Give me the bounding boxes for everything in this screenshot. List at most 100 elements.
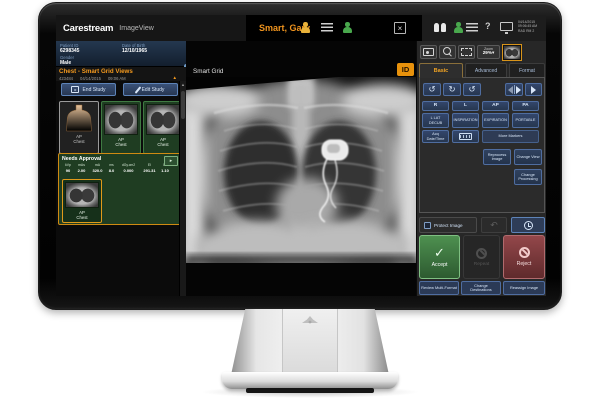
patient-id-value: 6298345 xyxy=(60,48,182,54)
edit-study-button[interactable]: Edit Study xyxy=(123,83,178,96)
export-button[interactable]: ▸ xyxy=(164,156,178,166)
id-badge[interactable]: ID xyxy=(397,63,414,76)
change-destinations-button[interactable]: Change Destinations xyxy=(461,281,501,295)
gloves-icon[interactable] xyxy=(434,23,446,32)
thumbnail-ap-chest-2[interactable]: APChest xyxy=(143,101,183,154)
technique-headers: kVpmAsmAmsdGy.cm2EIDI xyxy=(62,163,179,167)
zoom-level-dropdown[interactable]: Zoom 29%▾ xyxy=(477,45,500,59)
close-study-button[interactable]: × xyxy=(394,22,406,34)
exposure-history-button[interactable] xyxy=(511,217,545,233)
tab-advanced[interactable]: Advanced xyxy=(465,63,507,78)
tab-basic[interactable]: Basic xyxy=(419,63,463,78)
study-title: Chest - Smart Grid Views xyxy=(59,68,183,75)
station-info: 04/14/2015 09:06:45 AM RAD RM 2 xyxy=(518,20,546,33)
reject-button[interactable]: Reject xyxy=(503,235,545,279)
green-figure-icon xyxy=(453,22,463,33)
image-icon xyxy=(423,48,434,56)
marker-inspiration-button[interactable]: INSPIRATION xyxy=(452,113,479,128)
flip-vertical-icon xyxy=(531,86,536,94)
top-bar: Carestream ImageView Smart, Gary × ? xyxy=(56,15,546,41)
system-tray: ? 04/14/2015 09:06:45 AM RAD RM 2 xyxy=(421,15,546,41)
study-sidebar: Patient ID 6298345 Gender Male Date of B… xyxy=(56,41,186,296)
dob-value: 12/10/1965 xyxy=(122,48,147,54)
reprocess-image-button[interactable]: Reprocess Image xyxy=(483,149,511,165)
torso-pictogram xyxy=(66,104,92,132)
person-icon xyxy=(300,22,310,33)
marker-portable-button[interactable]: PORTABLE xyxy=(512,113,539,128)
display-settings-button[interactable] xyxy=(500,22,513,31)
change-processing-button[interactable]: Change Processing xyxy=(514,169,542,185)
rotate-right-icon: ↻ xyxy=(448,85,455,95)
help-icon: ? xyxy=(485,21,491,31)
scroll-thumb[interactable] xyxy=(181,91,185,119)
tools-panel: Zoom 29%▾ Basic Advanced Format ↺ ↻ ↻ R … xyxy=(416,41,546,296)
marker-pa-button[interactable]: PA xyxy=(512,101,539,111)
rotate-180-button[interactable]: ↻ xyxy=(463,83,481,96)
collapse-icon[interactable]: ▲ xyxy=(173,75,177,80)
repeat-button: Repeat xyxy=(463,235,500,279)
worklist-icon[interactable] xyxy=(321,23,333,32)
flip-horizontal-icon xyxy=(508,86,513,94)
reassign-image-button[interactable]: Reassign Image xyxy=(503,281,545,295)
flip-vertical-button[interactable] xyxy=(525,83,542,96)
marker-llat-decub-button[interactable]: L LAT DECUB xyxy=(422,113,449,128)
protect-checkbox[interactable] xyxy=(424,222,431,229)
green-figure-icon xyxy=(342,22,352,33)
keyboard-icon xyxy=(459,133,472,140)
rotate-left-icon: ↺ xyxy=(428,85,435,95)
monitor-base-underside xyxy=(246,388,374,393)
view-thumbnails: APChest APChest APChest xyxy=(56,99,186,157)
xray-thumb xyxy=(104,104,138,135)
patient-record-icon[interactable] xyxy=(300,22,310,33)
patient-info-panel: Patient ID 6298345 Gender Male Date of B… xyxy=(56,41,186,67)
chest-xray-image[interactable] xyxy=(186,77,416,263)
flip-horizontal-button[interactable] xyxy=(505,83,523,96)
more-markers-button[interactable]: More Markers xyxy=(482,130,539,143)
monitor-bezel: Carestream ImageView Smart, Gary × ? xyxy=(38,2,562,310)
technique-values: 902.00320.08.00.000291.311.10 xyxy=(62,168,179,173)
tech-status-icon[interactable] xyxy=(453,22,463,33)
protect-image-toggle[interactable]: Protect Image xyxy=(419,217,477,233)
rotate-left-button[interactable]: ↺ xyxy=(423,83,441,96)
marker-expiration-button[interactable]: EXPIRATION xyxy=(482,113,509,128)
app-logo: Carestream ImageView xyxy=(56,15,246,41)
export-icon: ▸ xyxy=(170,158,173,164)
thumbnail-needs-approval[interactable]: APChest xyxy=(62,179,102,223)
menu-icon[interactable] xyxy=(466,23,478,32)
end-study-button[interactable]: ▸ End Study xyxy=(61,83,116,96)
image-viewport[interactable]: Smart Grid ID xyxy=(186,41,416,296)
image-display-button[interactable] xyxy=(420,45,437,59)
chevron-down-icon: ▾ xyxy=(492,50,494,55)
fit-to-window-button[interactable] xyxy=(458,45,475,59)
monitor-base xyxy=(222,372,398,389)
prohibition-icon xyxy=(519,247,530,258)
active-image-thumbnail[interactable] xyxy=(502,44,522,61)
keyboard-marker-button[interactable] xyxy=(452,130,479,143)
close-icon: × xyxy=(398,24,403,33)
marker-l-button[interactable]: L xyxy=(452,101,479,111)
magnify-button[interactable] xyxy=(439,45,456,59)
thumbnail-pictogram[interactable]: APChest xyxy=(59,101,99,154)
study-header[interactable]: Chest - Smart Grid Views 423484 04/14/20… xyxy=(56,67,186,81)
undo-button[interactable]: ↶ xyxy=(481,217,507,233)
basic-tab-panel xyxy=(419,77,545,213)
help-button[interactable]: ? xyxy=(485,21,491,31)
repeat-icon xyxy=(476,248,487,259)
rotate-right-button[interactable]: ↻ xyxy=(443,83,461,96)
patient-status-icon[interactable] xyxy=(342,22,352,33)
sidebar-scrollbar[interactable]: ▲ xyxy=(179,81,186,296)
review-multi-format-button[interactable]: Review Multi-Format xyxy=(419,281,459,295)
change-view-button[interactable]: Change View xyxy=(514,149,542,165)
fit-screen-icon xyxy=(461,48,472,56)
tab-format[interactable]: Format xyxy=(509,63,545,78)
thumbnail-ap-chest-1[interactable]: APChest xyxy=(101,101,141,154)
acq-datetime-button[interactable]: Acq Date/Time xyxy=(422,130,449,143)
edit-icon xyxy=(134,86,141,93)
rotate-180-icon: ↻ xyxy=(468,85,475,95)
marker-r-button[interactable]: R xyxy=(422,101,449,111)
needs-approval-title: Needs Approval xyxy=(62,156,179,162)
undo-icon: ↶ xyxy=(490,220,498,231)
end-study-icon: ▸ xyxy=(71,86,79,93)
accept-button[interactable]: ✓ Accept xyxy=(419,235,460,279)
marker-ap-button[interactable]: AP xyxy=(482,101,509,111)
